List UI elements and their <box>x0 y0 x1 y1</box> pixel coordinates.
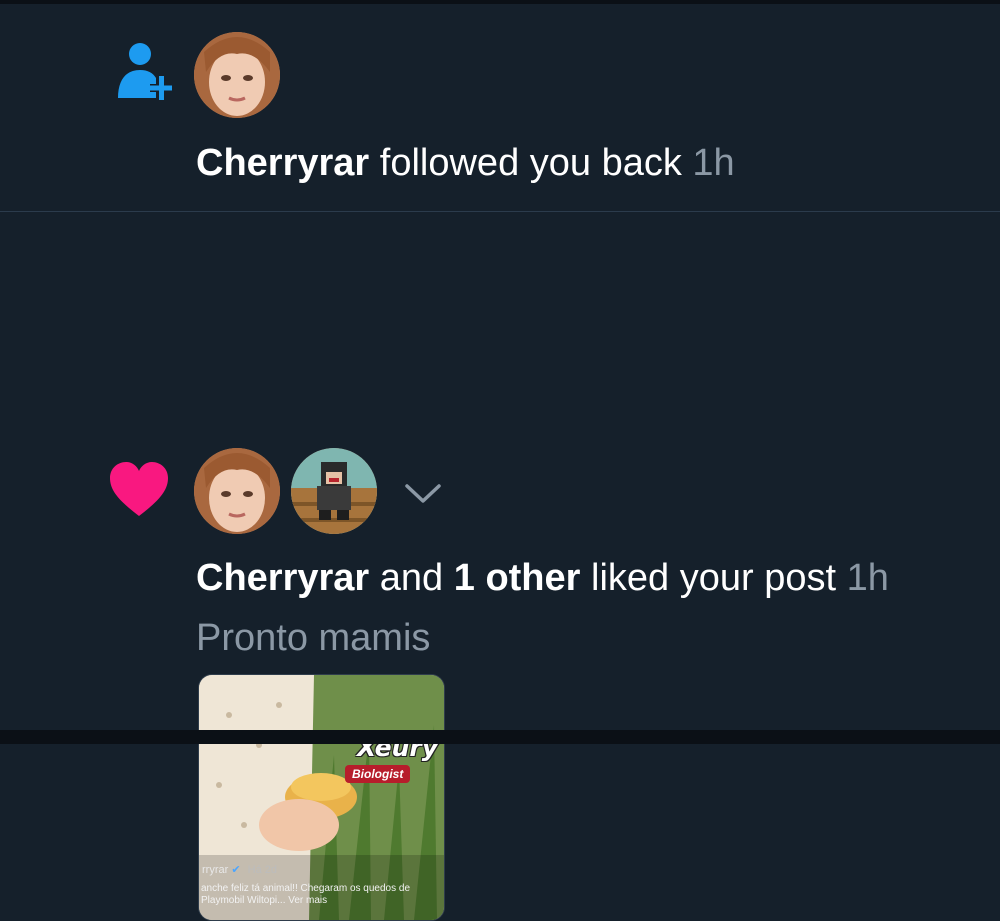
media-username: rryrar <box>202 864 229 876</box>
bottom-edge <box>0 730 1000 744</box>
avatar[interactable] <box>194 448 280 534</box>
chevron-down-icon[interactable] <box>403 480 443 506</box>
timestamp: 1h <box>846 557 889 599</box>
media-badge: Biologist <box>345 765 411 783</box>
user-name[interactable]: Cherryrar <box>196 142 369 184</box>
media-username-row: rryrar ✔ Há 2d <box>202 863 277 876</box>
avatar[interactable] <box>194 32 280 118</box>
notification-follow[interactable]: Cherryrar followed you back 1h <box>0 4 1000 211</box>
others-count[interactable]: 1 other <box>454 557 581 599</box>
heart-icon <box>110 462 168 516</box>
action-text: followed you back <box>369 142 693 184</box>
post-media-thumbnail[interactable]: Xeury Biologist rryrar ✔ Há 2d anche fel… <box>198 674 445 921</box>
post-text[interactable]: Pronto mamis <box>196 615 430 661</box>
timestamp: 1h <box>692 142 735 184</box>
notification-like[interactable]: Cherryrar and 1 other liked your post 1h… <box>0 212 1000 921</box>
notification-text: Cherryrar followed you back 1h <box>196 140 735 186</box>
media-ago: Há 2d <box>247 864 277 876</box>
action-text: liked your post <box>580 557 847 599</box>
follow-icon <box>118 43 172 100</box>
notification-text: Cherryrar and 1 other liked your post 1h <box>196 555 889 601</box>
user-name[interactable]: Cherryrar <box>196 557 369 599</box>
connector-text: and <box>369 557 454 599</box>
verified-icon: ✔ <box>231 864 241 876</box>
media-caption: anche feliz tá animal!! Chegaram os qued… <box>201 883 411 906</box>
avatar[interactable] <box>291 448 377 534</box>
